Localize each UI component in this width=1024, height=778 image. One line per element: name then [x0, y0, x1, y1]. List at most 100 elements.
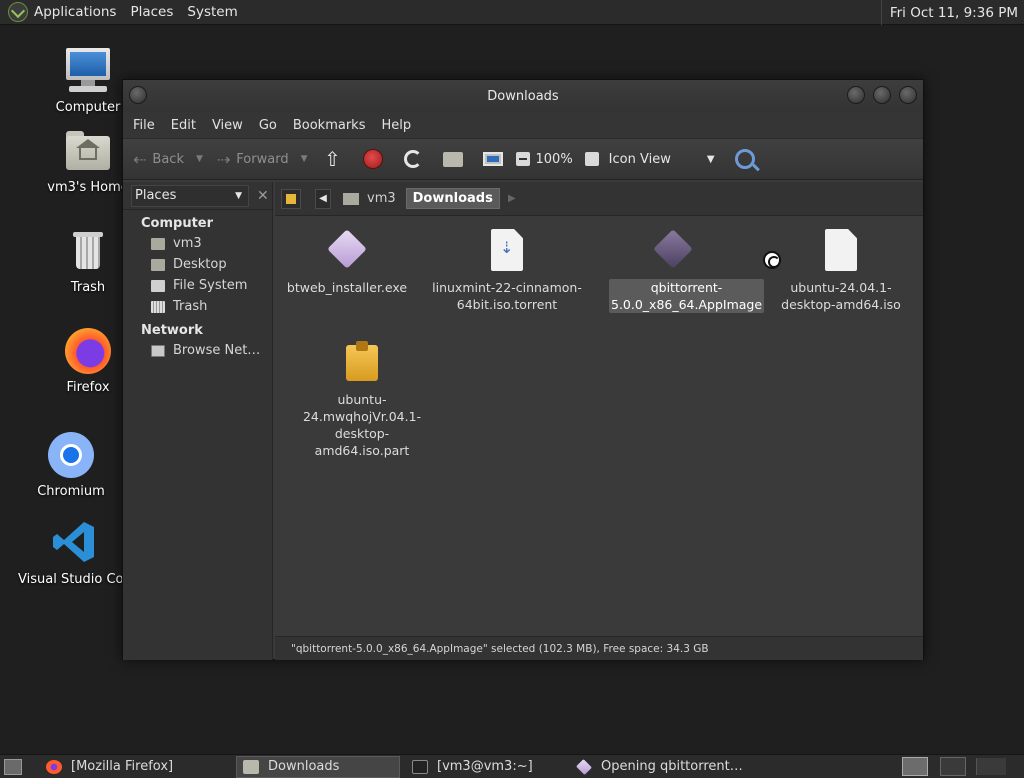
minimize-button[interactable] [847, 86, 865, 104]
top-menu-places[interactable]: Places [130, 4, 173, 20]
show-desktop-icon[interactable] [4, 758, 22, 775]
sidebar-item-browse-network[interactable]: Browse Net… [123, 340, 272, 361]
desktop-icon-vscode[interactable]: Visual Studio Code [18, 518, 140, 587]
stop-button[interactable] [362, 148, 384, 170]
iso-file-icon [825, 229, 857, 273]
computer-button[interactable] [482, 148, 504, 170]
toolbar: ⇠ Back ▼ ⇢ Forward ▼ ⇧ 100% Icon View ▼ [123, 138, 923, 180]
reload-button[interactable] [402, 148, 424, 170]
workspace-switcher-2[interactable] [940, 757, 966, 776]
network-icon [151, 344, 165, 357]
drive-icon [151, 279, 165, 292]
file-manager-window: Downloads File Edit View Go Bookmarks He… [122, 79, 924, 660]
menubar: File Edit View Go Bookmarks Help [123, 112, 923, 138]
taskbar-item-firefox[interactable]: [Mozilla Firefox] [40, 756, 230, 778]
sidebar-item-trash[interactable]: Trash [123, 296, 272, 317]
qbittorrent-icon [576, 758, 592, 775]
back-button[interactable]: ⇠ Back ▼ [133, 150, 203, 169]
taskbar-item-label: [Mozilla Firefox] [71, 759, 174, 774]
menu-file[interactable]: File [133, 118, 155, 133]
file-item-selected[interactable]: qbittorrent-5.0.0_x86_64.AppImage [609, 229, 765, 313]
forward-button[interactable]: ⇢ Forward ▼ [217, 150, 308, 169]
toggle-location-entry-button[interactable] [281, 188, 301, 209]
menu-help[interactable]: Help [381, 118, 411, 133]
file-item[interactable]: btweb_installer.exe [277, 229, 417, 296]
up-arrow-icon: ⇧ [324, 147, 341, 171]
close-icon[interactable]: ✕ [257, 188, 269, 204]
file-name: ubuntu-24.mwqhojVr.04.1-desktop-amd64.is… [302, 392, 422, 458]
breadcrumb-scroll-left[interactable]: ◀ [315, 188, 331, 209]
forward-history-dropdown-icon[interactable]: ▼ [301, 154, 308, 164]
desktop-icon-chromium[interactable]: Chromium [16, 430, 126, 499]
file-name: qbittorrent-5.0.0_x86_64.AppImage [609, 279, 765, 313]
sidebar-item-label: Trash [173, 299, 208, 314]
breadcrumb-downloads[interactable]: Downloads [405, 188, 500, 209]
back-label: Back [152, 151, 184, 167]
package-file-icon [342, 341, 382, 385]
view-mode-select[interactable]: Icon View ▼ [609, 152, 715, 167]
up-button[interactable]: ⇧ [322, 147, 344, 171]
zoom-in-icon[interactable] [584, 152, 599, 166]
menu-bookmarks[interactable]: Bookmarks [293, 118, 366, 133]
taskbar-item-qbittorrent[interactable]: Opening qbittorrent… [570, 756, 770, 778]
torrent-file-icon [491, 229, 523, 273]
maximize-button[interactable] [873, 86, 891, 104]
home-folder-icon [343, 192, 359, 205]
system-tray[interactable] [976, 758, 1006, 775]
forward-arrow-icon: ⇢ [216, 149, 231, 169]
appimage-file-icon [653, 229, 693, 273]
file-item[interactable]: ubuntu-24.04.1-desktop-amd64.iso [773, 229, 909, 313]
sidebar-header: Places ▼ ✕ [123, 182, 272, 210]
location-bar: ◀ vm3 Downloads ▶ [275, 182, 923, 216]
sidebar-pane-select[interactable]: Places ▼ [131, 184, 249, 207]
panel-clock[interactable]: Fri Oct 11, 9:36 PM [880, 0, 1024, 25]
home-folder-icon [442, 151, 463, 167]
zoom-out-icon[interactable] [515, 152, 530, 166]
sidebar-item-label: Browse Net… [173, 343, 261, 358]
menu-view[interactable]: View [212, 118, 243, 133]
breadcrumb-label: vm3 [367, 191, 396, 206]
window-menu-button[interactable] [129, 86, 147, 104]
desktop-icon-label: Chromium [37, 484, 105, 499]
sidebar-item-label: vm3 [173, 236, 202, 251]
breadcrumb-vm3[interactable]: vm3 [337, 189, 402, 208]
file-item[interactable]: linuxmint-22-cinnamon-64bit.iso.torrent [422, 229, 592, 313]
window-titlebar[interactable]: Downloads [123, 80, 923, 112]
home-button[interactable] [442, 148, 464, 170]
taskbar-item-label: Opening qbittorrent… [601, 759, 743, 774]
computer-icon [482, 152, 503, 166]
file-item[interactable]: ubuntu-24.mwqhojVr.04.1-desktop-amd64.is… [289, 341, 435, 459]
workspace-switcher-1[interactable] [902, 757, 928, 776]
close-button[interactable] [899, 86, 917, 104]
sidebar-item-label: File System [173, 278, 248, 293]
top-menu-applications[interactable]: Applications [34, 4, 116, 20]
taskbar-item-terminal[interactable]: [vm3@vm3:~] [406, 756, 564, 778]
sidebar-item-vm3[interactable]: vm3 [123, 233, 272, 254]
bottom-panel: [Mozilla Firefox] Downloads [vm3@vm3:~] … [0, 754, 1024, 778]
reload-icon [403, 150, 422, 168]
sidebar-item-file-system[interactable]: File System [123, 275, 272, 296]
sidebar-item-label: Desktop [173, 257, 227, 272]
firefox-icon [63, 326, 113, 376]
menu-edit[interactable]: Edit [171, 118, 196, 133]
breadcrumb-scroll-right[interactable]: ▶ [504, 189, 520, 209]
vscode-icon [48, 518, 98, 568]
mint-logo-icon[interactable] [8, 2, 28, 22]
chromium-icon [46, 430, 96, 480]
desktop-folder-icon [151, 258, 165, 271]
file-icon-view[interactable]: btweb_installer.exe linuxmint-22-cinnamo… [275, 217, 923, 635]
view-mode-label: Icon View [608, 151, 671, 167]
taskbar-item-downloads[interactable]: Downloads [236, 755, 400, 778]
search-icon[interactable] [734, 149, 755, 169]
terminal-icon [412, 759, 428, 774]
breadcrumb-label: Downloads [412, 191, 493, 206]
top-menu-system[interactable]: System [187, 4, 237, 20]
firefox-icon [46, 759, 62, 774]
back-history-dropdown-icon[interactable]: ▼ [196, 154, 203, 164]
stop-icon [362, 149, 383, 169]
sidebar: Places ▼ ✕ Computer vm3 Desktop File Sys… [123, 182, 273, 660]
menu-go[interactable]: Go [259, 118, 277, 133]
sidebar-item-desktop[interactable]: Desktop [123, 254, 272, 275]
sidebar-pane-label: Places [135, 188, 177, 203]
taskbar-item-label: Downloads [268, 759, 340, 774]
